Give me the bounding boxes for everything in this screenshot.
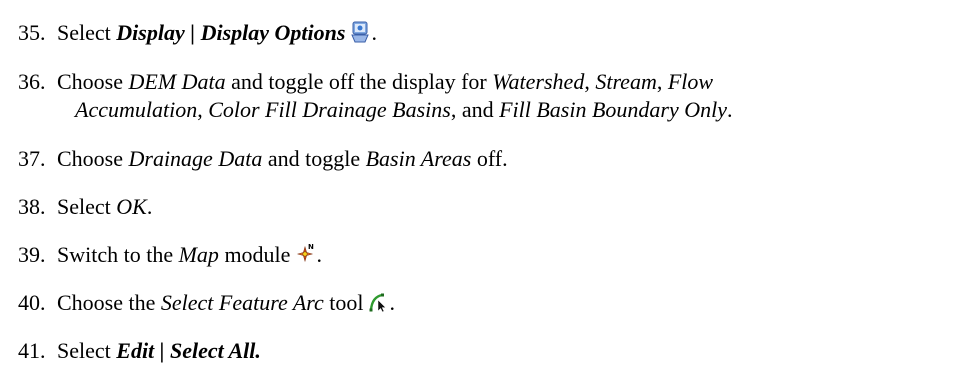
map-module-label: Map <box>178 242 219 267</box>
step-text: Choose <box>57 69 129 94</box>
step-number: 39. <box>18 242 46 267</box>
menu-separator: | <box>154 338 171 363</box>
step-number: 37. <box>18 146 46 171</box>
option-watershed: Watershed <box>492 69 585 94</box>
option-dem-data: DEM Data <box>128 69 226 94</box>
menu-command: Select All. <box>170 338 261 363</box>
step-text: , <box>584 69 596 94</box>
select-feature-arc-icon <box>368 291 390 320</box>
option-basin-areas: Basin Areas <box>365 146 472 171</box>
step-number: 36. <box>18 69 46 94</box>
step-35: 35. Select Display | Display Options . <box>18 19 938 50</box>
step-end: . <box>389 290 396 315</box>
step-text: Select <box>57 338 117 363</box>
step-end: . <box>727 97 733 122</box>
step-text: Choose the <box>57 290 161 315</box>
step-end: . <box>316 242 322 267</box>
step-text: , and <box>450 97 500 122</box>
menu-name: Edit <box>116 338 155 363</box>
step-36: 36. Choose DEM Data and toggle off the di… <box>18 68 938 124</box>
step-number: 40. <box>18 290 46 315</box>
step-37: 37. Choose Drainage Data and toggle Basin… <box>18 145 938 173</box>
option-accumulation: Accumulation <box>75 97 198 122</box>
display-options-icon <box>349 21 371 50</box>
step-41: 41. Select Edit | Select All. <box>18 337 938 365</box>
step-38: 38. Select OK. <box>18 193 938 221</box>
option-flow: Flow <box>667 69 714 94</box>
step-36-continuation: Accumulation, Color Fill Drainage Basins… <box>75 96 733 124</box>
menu-command: Display Options <box>200 20 346 45</box>
svg-text:N: N <box>308 243 314 251</box>
option-color-fill-drainage-basins: Color Fill Drainage Basins <box>208 97 451 122</box>
option-drainage-data: Drainage Data <box>128 146 263 171</box>
menu-separator: | <box>184 20 201 45</box>
menu-name: Display <box>116 20 185 45</box>
step-text: tool <box>323 290 364 315</box>
step-text: Select <box>57 20 117 45</box>
option-fill-basin-boundary-only: Fill Basin Boundary Only <box>499 97 728 122</box>
step-number: 38. <box>18 194 46 219</box>
step-text: Switch to the <box>57 242 179 267</box>
step-text: , <box>656 69 668 94</box>
step-text: , <box>197 97 209 122</box>
step-39: 39. Switch to the Map module N . <box>18 241 938 272</box>
step-number: 41. <box>18 338 46 363</box>
step-text: Choose <box>57 146 129 171</box>
map-module-icon: N <box>294 243 316 272</box>
ok-label: OK <box>116 194 147 219</box>
step-40: 40. Choose the Select Feature Arc tool . <box>18 289 938 320</box>
step-number: 35. <box>18 20 46 45</box>
step-text: and toggle <box>262 146 366 171</box>
select-feature-arc-label: Select Feature Arc <box>160 290 324 315</box>
step-end: . <box>371 20 377 45</box>
step-text: off. <box>471 146 508 171</box>
step-text: and toggle off the display for <box>225 69 493 94</box>
step-text: Select <box>57 194 117 219</box>
step-text: module <box>218 242 291 267</box>
step-end: . <box>146 194 153 219</box>
option-stream: Stream <box>595 69 657 94</box>
